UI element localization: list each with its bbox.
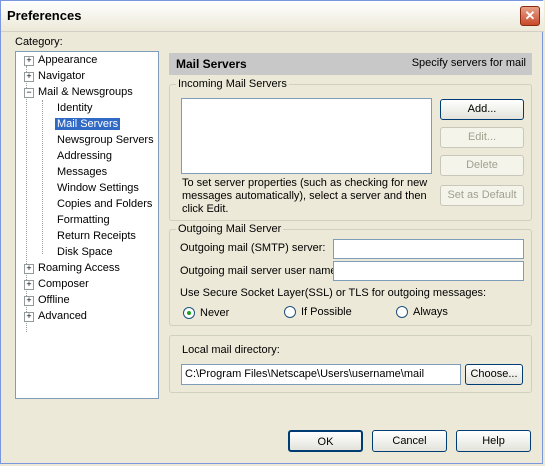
title-bar: Preferences ✕ bbox=[1, 1, 544, 32]
tree-item-label: Advanced bbox=[38, 310, 87, 322]
smtp-username-input[interactable] bbox=[333, 261, 524, 281]
expand-icon[interactable]: + bbox=[24, 264, 34, 274]
tree-item-messages[interactable]: Messages bbox=[57, 165, 107, 180]
smtp-username-label: Outgoing mail server user name: bbox=[180, 265, 340, 277]
expand-icon[interactable]: + bbox=[24, 56, 34, 66]
expand-icon[interactable]: + bbox=[24, 296, 34, 306]
tree-item-disk-space[interactable]: Disk Space bbox=[57, 245, 113, 260]
choose-directory-button[interactable]: Choose... bbox=[465, 364, 523, 385]
local-directory-label: Local mail directory: bbox=[182, 344, 280, 356]
category-tree[interactable]: + Appearance + Navigator − Mail & Newsgr… bbox=[15, 51, 159, 399]
expand-icon[interactable]: + bbox=[24, 72, 34, 82]
tree-item-label: Newsgroup Servers bbox=[57, 134, 154, 146]
tree-item-addressing[interactable]: Addressing bbox=[57, 149, 112, 164]
tree-item-label: Navigator bbox=[38, 70, 86, 82]
ssl-never-radio[interactable] bbox=[183, 307, 195, 319]
tree-line bbox=[42, 100, 43, 254]
tree-item-label: Copies and Folders bbox=[57, 198, 153, 210]
tree-line bbox=[26, 66, 27, 332]
help-button[interactable]: Help bbox=[456, 430, 531, 452]
tree-item-mail-newsgroups[interactable]: − Mail & Newsgroups bbox=[24, 85, 133, 100]
tree-item-label: Window Settings bbox=[57, 182, 139, 194]
tree-item-label: Disk Space bbox=[57, 246, 113, 258]
tree-item-newsgroup-servers[interactable]: Newsgroup Servers bbox=[57, 133, 154, 148]
tree-item-advanced[interactable]: + Advanced bbox=[24, 309, 87, 324]
tree-item-label: Messages bbox=[57, 166, 108, 178]
incoming-help-text: To set server properties (such as checki… bbox=[182, 177, 428, 215]
preferences-window: Preferences ✕ Category: + Appearance + N… bbox=[0, 0, 544, 464]
ssl-always-label[interactable]: Always bbox=[413, 306, 448, 318]
edit-server-button[interactable]: Edit... bbox=[440, 127, 524, 148]
tree-item-offline[interactable]: + Offline bbox=[24, 293, 70, 308]
tree-item-window-settings[interactable]: Window Settings bbox=[57, 181, 139, 196]
tree-item-label: Mail Servers bbox=[55, 118, 121, 130]
tree-item-copies-folders[interactable]: Copies and Folders bbox=[57, 197, 152, 212]
delete-server-button[interactable]: Delete bbox=[440, 155, 524, 176]
tree-item-label: Offline bbox=[38, 294, 70, 306]
tree-item-identity[interactable]: Identity bbox=[57, 101, 92, 116]
set-default-button[interactable]: Set as Default bbox=[440, 185, 524, 206]
tree-item-formatting[interactable]: Formatting bbox=[57, 213, 110, 228]
smtp-server-label: Outgoing mail (SMTP) server: bbox=[180, 242, 326, 254]
tree-item-roaming-access[interactable]: + Roaming Access bbox=[24, 261, 120, 276]
tree-item-label: Appearance bbox=[38, 54, 98, 66]
expand-icon[interactable]: + bbox=[24, 280, 34, 290]
tree-item-label: Roaming Access bbox=[38, 262, 120, 274]
tree-item-mail-servers[interactable]: Mail Servers bbox=[55, 117, 121, 132]
cancel-button[interactable]: Cancel bbox=[372, 430, 447, 452]
tree-item-return-receipts[interactable]: Return Receipts bbox=[57, 229, 136, 244]
ssl-always-radio[interactable] bbox=[396, 306, 408, 318]
category-label: Category: bbox=[15, 36, 63, 48]
tree-item-appearance[interactable]: + Appearance bbox=[24, 53, 98, 68]
panel-description: Specify servers for mail bbox=[411, 57, 526, 69]
ssl-if-possible-radio[interactable] bbox=[284, 306, 296, 318]
ssl-if-possible-label[interactable]: If Possible bbox=[301, 306, 352, 318]
ssl-label: Use Secure Socket Layer(SSL) or TLS for … bbox=[180, 287, 487, 299]
add-server-button[interactable]: Add... bbox=[440, 99, 524, 120]
panel-header: Mail Servers Specify servers for mail bbox=[169, 53, 532, 75]
tree-item-composer[interactable]: + Composer bbox=[24, 277, 89, 292]
tree-item-label: Formatting bbox=[57, 214, 110, 226]
outgoing-server-legend: Outgoing Mail Server bbox=[178, 223, 282, 235]
incoming-servers-legend: Incoming Mail Servers bbox=[178, 78, 287, 90]
ssl-never-label[interactable]: Never bbox=[200, 307, 229, 319]
tree-item-navigator[interactable]: + Navigator bbox=[24, 69, 86, 84]
expand-icon[interactable]: + bbox=[24, 312, 34, 322]
close-icon[interactable]: ✕ bbox=[520, 6, 540, 26]
collapse-icon[interactable]: − bbox=[24, 88, 34, 98]
tree-item-label: Identity bbox=[57, 102, 93, 114]
incoming-servers-list[interactable] bbox=[181, 98, 432, 174]
tree-item-label: Composer bbox=[38, 278, 89, 290]
ok-button[interactable]: OK bbox=[288, 430, 363, 452]
window-title: Preferences bbox=[7, 8, 82, 23]
local-directory-path: C:\Program Files\Netscape\Users\username… bbox=[181, 364, 461, 385]
tree-item-label: Addressing bbox=[57, 150, 113, 162]
tree-item-label: Return Receipts bbox=[57, 230, 136, 242]
panel-title: Mail Servers bbox=[176, 57, 247, 71]
smtp-server-input[interactable] bbox=[333, 239, 524, 259]
tree-item-label: Mail & Newsgroups bbox=[38, 86, 133, 98]
